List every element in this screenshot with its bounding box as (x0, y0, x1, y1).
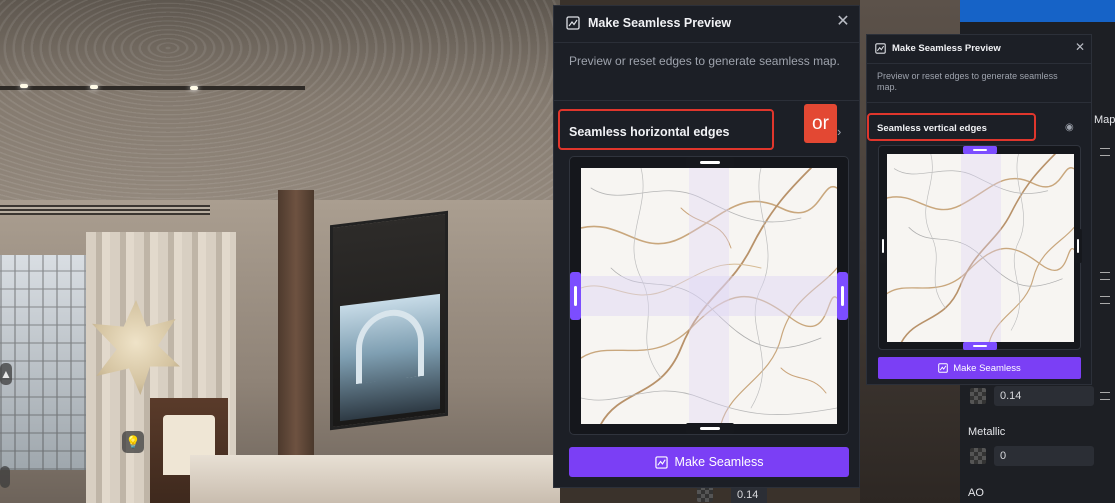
side-tab-icon[interactable] (0, 466, 10, 488)
make-seamless-dialog: Make Seamless Preview ✕ Preview or reset… (553, 5, 860, 488)
left-edge-handle[interactable] (570, 272, 581, 320)
metallic-label: Metallic (968, 426, 1006, 438)
vertical-seam-overlay (689, 168, 729, 424)
dialog-description: Preview or reset edges to generate seaml… (877, 71, 1058, 92)
bottom-edge-handle[interactable] (963, 342, 997, 350)
left-edge-handle[interactable] (879, 229, 887, 263)
viewport: ▲ 💡 Map 0.14 Metallic 0 AO 0.14 Make Sea… (0, 0, 1115, 503)
texture-swatch[interactable] (697, 486, 713, 502)
sofa (190, 455, 560, 503)
divider (554, 100, 859, 101)
close-icon[interactable]: ✕ (835, 14, 851, 30)
make-seamless-label: Make Seamless (674, 455, 764, 469)
seamless-preview-icon (566, 16, 580, 30)
panel-topbar (960, 0, 1115, 22)
seamless-preview-area (569, 156, 849, 435)
chevron-right-icon[interactable]: › (837, 124, 841, 139)
divider (867, 63, 1091, 64)
seamless-preview-area (878, 145, 1082, 350)
seamless-icon (938, 363, 948, 373)
top-edge-handle[interactable] (963, 146, 997, 154)
or-badge: or (804, 104, 837, 143)
eye-icon[interactable]: ◉ (1065, 122, 1074, 133)
dialog-header: Make Seamless Preview (867, 35, 1091, 61)
lightbulb-icon[interactable]: 💡 (122, 431, 144, 453)
make-seamless-dialog-small: Make Seamless Preview ✕ Preview or reset… (866, 34, 1092, 385)
right-edge-handle[interactable] (837, 272, 848, 320)
close-icon[interactable]: ✕ (1075, 41, 1085, 53)
highlight-vertical-edges (867, 113, 1036, 141)
seamless-icon (654, 455, 668, 469)
vertical-seam-overlay (961, 154, 1001, 342)
adjust-icon[interactable] (1100, 272, 1110, 280)
downlight (20, 84, 28, 88)
make-seamless-button[interactable]: Make Seamless (569, 447, 849, 477)
ceiling-light-strip (0, 86, 305, 90)
dialog-title: Make Seamless Preview (892, 42, 1001, 54)
roughness-input[interactable]: 0.14 (994, 386, 1094, 406)
texture-swatch[interactable] (970, 388, 986, 404)
texture-swatch[interactable] (970, 448, 986, 464)
window-buildings (0, 255, 88, 470)
map-label: Map (1094, 114, 1115, 126)
adjust-icon[interactable] (1100, 392, 1110, 400)
right-edge-handle[interactable] (1074, 229, 1082, 263)
ceiling-vent (0, 205, 210, 215)
ao-label: AO (968, 487, 984, 499)
highlight-horizontal-edges (558, 109, 774, 150)
divider (867, 102, 1091, 103)
seamless-preview-icon (875, 42, 886, 54)
downlight (90, 85, 98, 89)
adjust-icon[interactable] (1100, 148, 1110, 156)
make-seamless-label: Make Seamless (953, 362, 1021, 374)
make-seamless-button[interactable]: Make Seamless (878, 357, 1081, 379)
metallic-input[interactable]: 0 (994, 446, 1094, 466)
top-edge-handle[interactable] (686, 157, 734, 168)
collapse-tab-icon[interactable]: ▲ (0, 363, 12, 385)
dialog-description: Preview or reset edges to generate seaml… (569, 54, 840, 68)
adjust-icon[interactable] (1100, 296, 1110, 304)
bottom-edge-handle[interactable] (686, 423, 734, 434)
downlight (190, 86, 198, 90)
divider (554, 42, 859, 43)
dialog-header: Make Seamless Preview (554, 6, 859, 40)
dialog-title: Make Seamless Preview (588, 16, 732, 30)
